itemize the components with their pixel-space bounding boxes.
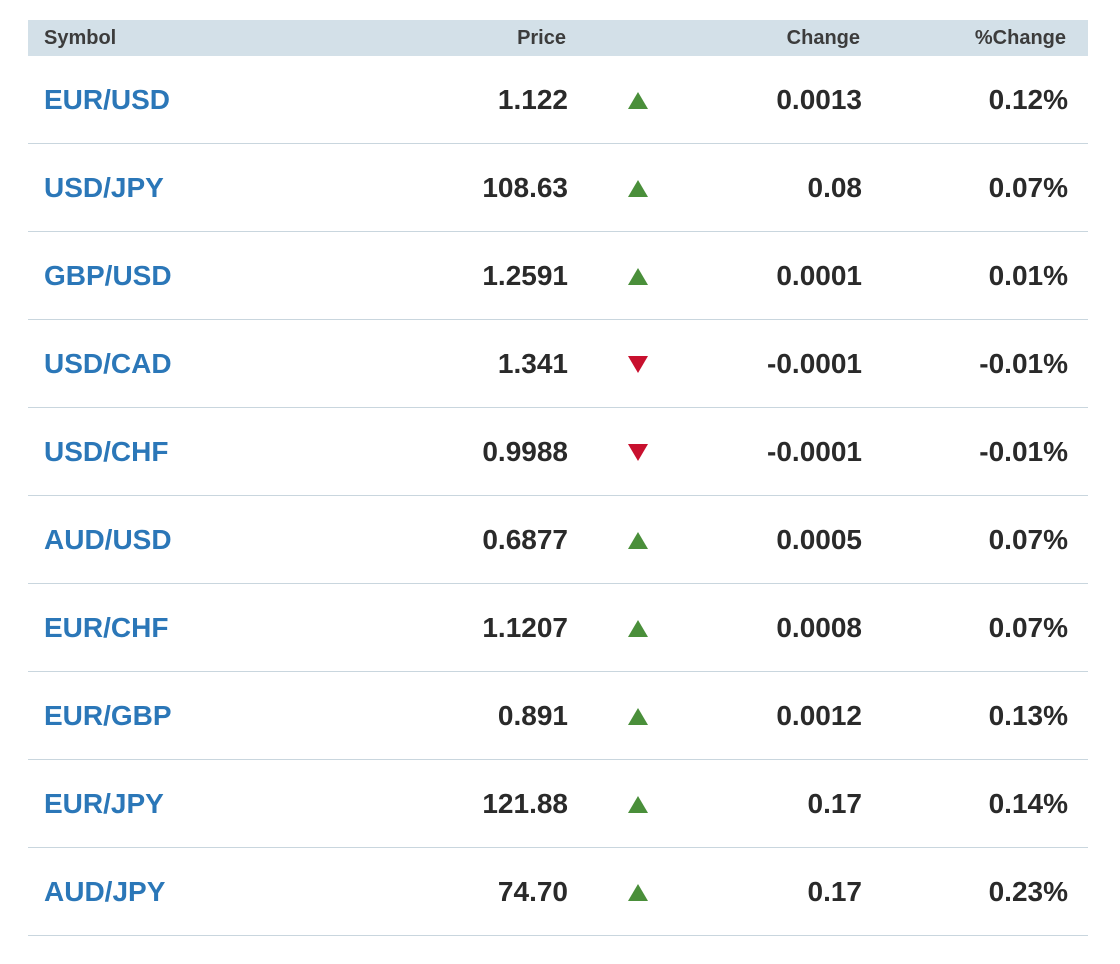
pct-change-value: 0.07% — [988, 524, 1068, 555]
symbol-link[interactable]: EUR/GBP — [44, 700, 172, 732]
pct-change-value: 0.13% — [988, 700, 1068, 731]
symbol-link[interactable]: EUR/JPY — [44, 788, 164, 820]
price-value: 0.891 — [497, 700, 568, 731]
header-symbol[interactable]: Symbol — [44, 27, 116, 49]
symbol-link[interactable]: EUR/CHF — [44, 612, 168, 644]
price-value: 121.88 — [482, 788, 568, 819]
change-value: -0.0001 — [767, 348, 862, 379]
symbol-link[interactable]: EUR/USD — [44, 84, 170, 116]
direction-icon — [628, 92, 652, 110]
direction-icon — [628, 444, 652, 462]
symbol-link[interactable]: USD/CAD — [44, 348, 172, 380]
table-row: AUD/JPY 74.70 0.17 0.23% — [28, 848, 1088, 936]
pct-change-value: 0.07% — [988, 172, 1068, 203]
change-value: -0.0001 — [767, 436, 862, 467]
header-change[interactable]: Change — [787, 27, 860, 49]
pct-change-value: 0.01% — [988, 260, 1068, 291]
symbol-link[interactable]: AUD/JPY — [44, 876, 165, 908]
triangle-down-icon — [628, 356, 648, 373]
direction-icon — [628, 884, 652, 902]
pct-change-value: 0.14% — [988, 788, 1068, 819]
direction-icon — [628, 180, 652, 198]
table-row: EUR/USD 1.122 0.0013 0.12% — [28, 56, 1088, 144]
symbol-link[interactable]: USD/JPY — [44, 172, 164, 204]
change-value: 0.08 — [807, 172, 863, 203]
change-value: 0.0001 — [776, 260, 862, 291]
price-value: 108.63 — [482, 172, 568, 203]
table-row: EUR/CHF 1.1207 0.0008 0.07% — [28, 584, 1088, 672]
direction-icon — [628, 620, 652, 638]
triangle-up-icon — [628, 620, 648, 637]
triangle-up-icon — [628, 180, 648, 197]
symbol-link[interactable]: AUD/USD — [44, 524, 172, 556]
change-value: 0.17 — [807, 788, 863, 819]
pct-change-value: -0.01% — [979, 348, 1068, 379]
triangle-up-icon — [628, 884, 648, 901]
pct-change-value: 0.23% — [988, 876, 1068, 907]
direction-icon — [628, 796, 652, 814]
symbol-link[interactable]: USD/CHF — [44, 436, 168, 468]
pct-change-value: 0.07% — [988, 612, 1068, 643]
table-header: Symbol Price Change %Change — [28, 20, 1088, 56]
table-row: GBP/USD 1.2591 0.0001 0.01% — [28, 232, 1088, 320]
direction-icon — [628, 356, 652, 374]
price-value: 1.341 — [497, 348, 568, 379]
change-value: 0.0013 — [776, 84, 862, 115]
price-value: 0.6877 — [482, 524, 568, 555]
price-value: 1.2591 — [482, 260, 568, 291]
change-value: 0.0012 — [776, 700, 862, 731]
pct-change-value: -0.01% — [979, 436, 1068, 467]
change-value: 0.0005 — [776, 524, 862, 555]
table-row: USD/CAD 1.341 -0.0001 -0.01% — [28, 320, 1088, 408]
header-price[interactable]: Price — [517, 27, 566, 49]
table-row: AUD/USD 0.6877 0.0005 0.07% — [28, 496, 1088, 584]
price-value: 0.9988 — [482, 436, 568, 467]
price-value: 1.122 — [497, 84, 568, 115]
triangle-up-icon — [628, 796, 648, 813]
table-row: EUR/JPY 121.88 0.17 0.14% — [28, 760, 1088, 848]
price-value: 74.70 — [497, 876, 568, 907]
header-pct-change[interactable]: %Change — [975, 27, 1066, 49]
table-row: EUR/GBP 0.891 0.0012 0.13% — [28, 672, 1088, 760]
triangle-up-icon — [628, 268, 648, 285]
table-row: USD/CHF 0.9988 -0.0001 -0.01% — [28, 408, 1088, 496]
triangle-up-icon — [628, 708, 648, 725]
direction-icon — [628, 532, 652, 550]
change-value: 0.0008 — [776, 612, 862, 643]
direction-icon — [628, 268, 652, 286]
currency-table: Symbol Price Change %Change EUR/USD 1.12… — [28, 20, 1088, 936]
pct-change-value: 0.12% — [988, 84, 1068, 115]
triangle-down-icon — [628, 444, 648, 461]
triangle-up-icon — [628, 532, 648, 549]
price-value: 1.1207 — [482, 612, 568, 643]
table-row: USD/JPY 108.63 0.08 0.07% — [28, 144, 1088, 232]
direction-icon — [628, 708, 652, 726]
change-value: 0.17 — [807, 876, 863, 907]
triangle-up-icon — [628, 92, 648, 109]
symbol-link[interactable]: GBP/USD — [44, 260, 172, 292]
